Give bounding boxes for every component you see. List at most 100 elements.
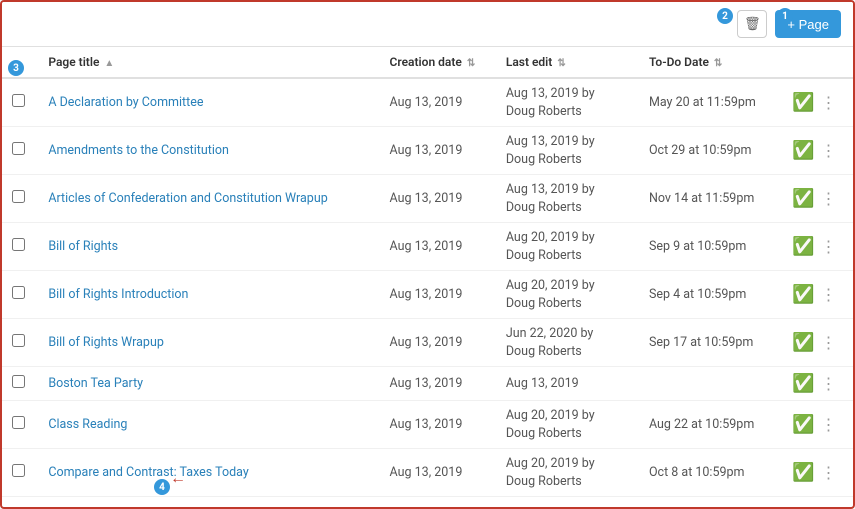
- last-edit-cell: Aug 20, 2019 byDoug Roberts: [496, 449, 639, 497]
- row-checkbox[interactable]: [12, 334, 25, 347]
- badge-2: 2: [717, 8, 733, 24]
- check-icon: ✅: [792, 140, 814, 161]
- todo-date-cell: Sep 17 at 10:59pm: [639, 319, 782, 367]
- row-checkbox[interactable]: [12, 238, 25, 251]
- table-row: Class Reading Aug 13, 2019Aug 20, 2019 by…: [2, 401, 853, 449]
- table-row: A Declaration by Committee Aug 13, 2019Au…: [2, 78, 853, 127]
- creation-sort-icon: ⇅: [467, 58, 475, 69]
- row-checkbox[interactable]: [12, 142, 25, 155]
- more-options-icon[interactable]: ⋮: [820, 189, 836, 208]
- header-creation-date[interactable]: Creation date ⇅: [380, 47, 496, 78]
- more-options-icon[interactable]: ⋮: [820, 374, 836, 393]
- row-checkbox[interactable]: [12, 416, 25, 429]
- badge-4: 4: [154, 479, 170, 495]
- check-icon: ✅: [792, 414, 814, 435]
- last-edit-cell: Aug 13, 2019 byDoug Roberts: [496, 175, 639, 223]
- header-title[interactable]: Page title ▲: [38, 47, 379, 78]
- todo-date-cell: Aug 22 at 10:59pm: [639, 401, 782, 449]
- creation-date-cell: Aug 13, 2019: [380, 127, 496, 175]
- check-icon: ✅: [792, 284, 814, 305]
- table-row: Compare and Contrast: Taxes Today Aug 13,…: [2, 449, 853, 497]
- header-todo-date[interactable]: To-Do Date ⇅: [639, 47, 782, 78]
- creation-date-cell: Aug 13, 2019: [380, 497, 496, 503]
- creation-date-cell: Aug 13, 2019: [380, 319, 496, 367]
- header-actions: [782, 47, 853, 78]
- page-title-link[interactable]: Class Reading: [48, 417, 127, 432]
- page-title-link[interactable]: Bill of Rights Introduction: [48, 287, 188, 302]
- creation-date-cell: Aug 13, 2019: [380, 223, 496, 271]
- todo-date-cell: Sep 9 at 10:59pm: [639, 223, 782, 271]
- creation-date-cell: Aug 13, 2019: [380, 401, 496, 449]
- actions-cell: ✅⋮: [782, 127, 853, 175]
- row-checkbox[interactable]: [12, 286, 25, 299]
- last-edit-cell: Aug 20, 2019 byDoug Roberts: [496, 271, 639, 319]
- table-row: Articles of Confederation and Constituti…: [2, 175, 853, 223]
- creation-date-cell: Aug 13, 2019: [380, 78, 496, 127]
- row-checkbox[interactable]: [12, 94, 25, 107]
- badge-1: 1: [777, 8, 793, 24]
- more-options-icon[interactable]: ⋮: [820, 93, 836, 112]
- creation-date-cell: Aug 13, 2019: [380, 175, 496, 223]
- table-row: Declaration of Independence Introduction…: [2, 497, 853, 503]
- page-title-link[interactable]: Amendments to the Constitution: [48, 143, 229, 158]
- delete-button[interactable]: 🗑: [737, 10, 767, 38]
- row-checkbox[interactable]: [12, 190, 25, 203]
- last-edit-cell: Aug 13, 2019: [496, 367, 639, 401]
- row-checkbox[interactable]: [12, 375, 25, 388]
- page-title-link[interactable]: Compare and Contrast: Taxes Today: [48, 465, 248, 480]
- arrow-4-icon: ←: [170, 468, 186, 488]
- actions-cell: ✅⋮: [782, 449, 853, 497]
- last-edit-cell: Aug 13, 2019 byDoug Roberts: [496, 78, 639, 127]
- page-title-link[interactable]: Articles of Confederation and Constituti…: [48, 191, 327, 206]
- last-edit-cell: Aug 20, 2019 byDoug Roberts: [496, 223, 639, 271]
- actions-cell: ✅⋮: [782, 78, 853, 127]
- more-options-icon[interactable]: ⋮: [820, 415, 836, 434]
- check-icon: ✅: [792, 92, 814, 113]
- actions-cell: ✅⋮: [782, 271, 853, 319]
- creation-date-cell: Aug 13, 2019: [380, 449, 496, 497]
- todo-date-cell: Sep 4 at 10:59pm: [639, 271, 782, 319]
- todo-date-cell: Oct 8 at 10:59pm: [639, 449, 782, 497]
- last-edit-cell: Aug 20, 2019 byDoug Roberts: [496, 497, 639, 503]
- pages-table: Page title ▲ Creation date ⇅ Last edit ⇅…: [2, 47, 853, 502]
- todo-date-cell: May 20 at 11:59pm: [639, 78, 782, 127]
- last-edit-cell: Jun 22, 2020 byDoug Roberts: [496, 319, 639, 367]
- actions-cell: ✅⋮: [782, 175, 853, 223]
- more-options-icon[interactable]: ⋮: [820, 141, 836, 160]
- creation-date-cell: Aug 13, 2019: [380, 367, 496, 401]
- actions-cell: ✅⋮: [782, 401, 853, 449]
- table-row: Amendments to the Constitution Aug 13, 20…: [2, 127, 853, 175]
- last-edit-cell: Aug 20, 2019 byDoug Roberts: [496, 401, 639, 449]
- todo-sort-icon: ⇅: [714, 58, 722, 69]
- lastedit-sort-icon: ⇅: [557, 58, 565, 69]
- more-options-icon[interactable]: ⋮: [820, 237, 836, 256]
- badge-3: 3: [8, 60, 24, 76]
- check-icon: ✅: [792, 373, 814, 394]
- table-row: Bill of Rights Wrapup Aug 13, 2019Jun 22,…: [2, 319, 853, 367]
- more-options-icon[interactable]: ⋮: [820, 463, 836, 482]
- more-options-icon[interactable]: ⋮: [820, 333, 836, 352]
- last-edit-cell: Aug 13, 2019 byDoug Roberts: [496, 127, 639, 175]
- page-title-link[interactable]: Bill of Rights: [48, 239, 118, 254]
- add-page-label: + Page: [787, 17, 829, 32]
- todo-date-cell: Nov 18 at 11:59pm: [639, 497, 782, 503]
- todo-date-cell: Nov 14 at 11:59pm: [639, 175, 782, 223]
- todo-date-cell: [639, 367, 782, 401]
- actions-cell: ✅⋮: [782, 223, 853, 271]
- actions-cell: ✅⋮: [782, 497, 853, 503]
- page-title-link[interactable]: Bill of Rights Wrapup: [48, 335, 164, 350]
- row-checkbox[interactable]: [12, 464, 25, 477]
- actions-cell: ✅⋮: [782, 319, 853, 367]
- creation-date-cell: Aug 13, 2019: [380, 271, 496, 319]
- header-last-edit[interactable]: Last edit ⇅: [496, 47, 639, 78]
- check-icon: ✅: [792, 236, 814, 257]
- table-wrapper: Page title ▲ Creation date ⇅ Last edit ⇅…: [2, 47, 853, 502]
- page-title-link[interactable]: A Declaration by Committee: [48, 95, 203, 110]
- actions-cell: ✅⋮: [782, 367, 853, 401]
- main-container: 🗑 + Page 2 1 3 Page title ▲ Creation dat…: [0, 0, 855, 509]
- more-options-icon[interactable]: ⋮: [820, 285, 836, 304]
- table-row: Bill of Rights Aug 13, 2019Aug 20, 2019 b…: [2, 223, 853, 271]
- page-title-link[interactable]: Boston Tea Party: [48, 376, 143, 391]
- check-icon: ✅: [792, 188, 814, 209]
- check-icon: ✅: [792, 462, 814, 483]
